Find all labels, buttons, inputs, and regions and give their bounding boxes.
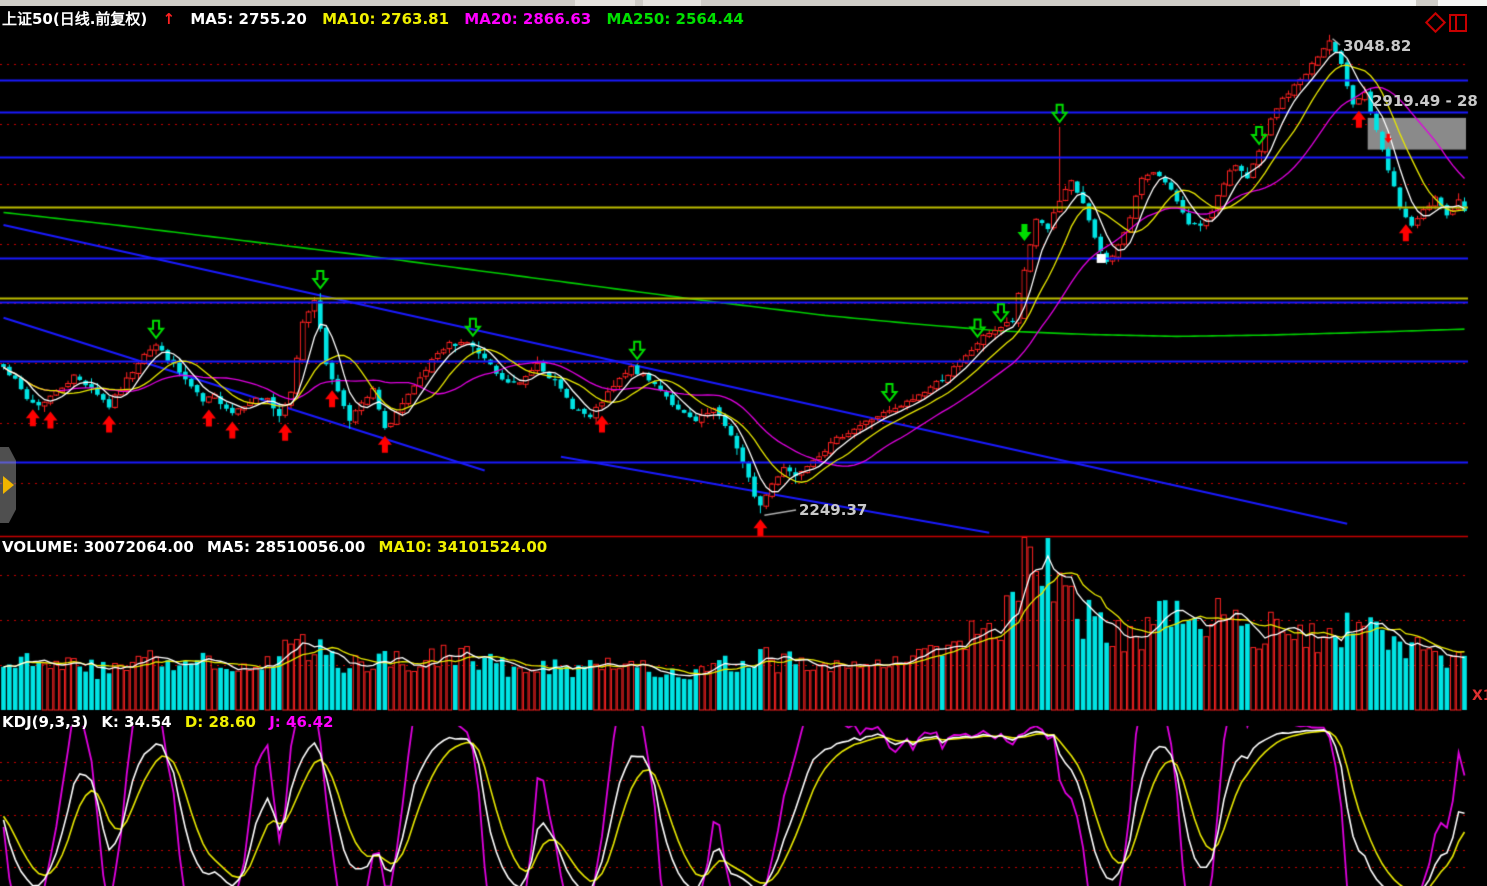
chart-window: 上证50(日线.前复权) ↑ MA5: 2755.20 MA10: 2763.8… [0, 0, 1487, 886]
peak-price-label: 3048.82 [1343, 37, 1411, 55]
split-pane-icon[interactable] [1449, 14, 1467, 32]
chart-canvas[interactable] [0, 0, 1487, 886]
kdj-d-value: D: 28.60 [185, 713, 256, 731]
volume-ma10-legend: MA10: 34101524.00 [379, 538, 548, 556]
kdj-header: KDJ(9,3,3) K: 34.54 D: 28.60 J: 46.42 [2, 713, 341, 731]
zoom-level-label: X1 [1472, 688, 1487, 704]
toolbar-strip-segment [575, 0, 635, 6]
ma10-legend: MA10: 2763.81 [322, 10, 449, 28]
toolbar-strip-segment [1438, 0, 1487, 6]
toolbar-strip-segment [643, 0, 701, 6]
volume-ma5-legend: MA5: 28510056.00 [207, 538, 365, 556]
left-panel-expander[interactable] [0, 447, 16, 523]
symbol-title[interactable]: 上证50(日线.前复权) [2, 10, 147, 28]
trend-up-arrow-icon: ↑ [163, 10, 176, 28]
kdj-label: KDJ(9,3,3) [2, 713, 88, 731]
toolbar-strip [0, 0, 1487, 6]
main-chart-header: 上证50(日线.前复权) ↑ MA5: 2755.20 MA10: 2763.8… [2, 8, 754, 29]
ma250-legend: MA250: 2564.44 [606, 10, 743, 28]
gap-range-label: 2919.49 - 28 [1372, 92, 1487, 110]
kdj-j-value: J: 46.42 [269, 713, 333, 731]
volume-legend: VOLUME: 30072064.00 [2, 538, 194, 556]
volume-header: VOLUME: 30072064.00 MA5: 28510056.00 MA1… [2, 538, 555, 556]
low-price-label: 2249.37 [799, 501, 867, 519]
toolbar-strip-segment [1300, 0, 1416, 6]
kdj-k-value: K: 34.54 [101, 713, 171, 731]
ma20-legend: MA20: 2866.63 [464, 10, 591, 28]
ma5-legend: MA5: 2755.20 [190, 10, 307, 28]
expand-arrow-icon [3, 476, 14, 494]
